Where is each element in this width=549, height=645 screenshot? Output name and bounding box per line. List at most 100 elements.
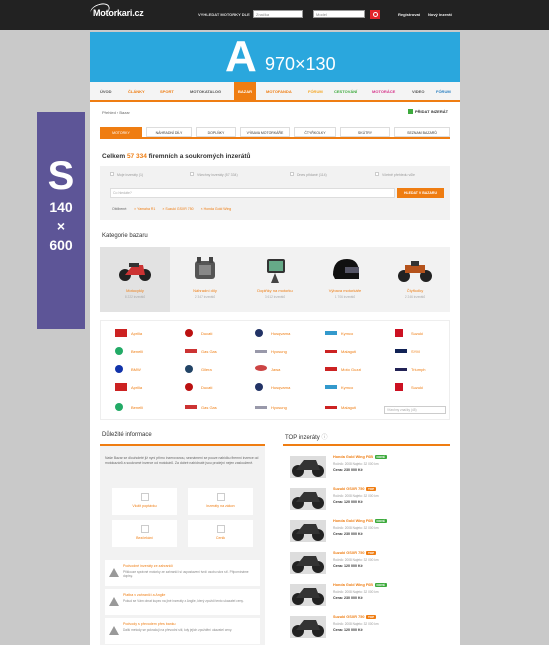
list-item[interactable]: Honda Gold Wing F6B NOVÉ Ročník: 2008 Naje…	[283, 516, 450, 544]
category-ctyrkolky[interactable]: Čtyřkolky 2 246 inzerátů	[380, 247, 450, 312]
tab-seznam-bazaru[interactable]: SEZNAM BAZARŮ	[394, 127, 450, 137]
category-doplnky[interactable]: Doplňky na motorku 3 612 inzerátů	[240, 247, 310, 312]
brand-benelli[interactable]: Benelli	[115, 347, 143, 355]
warning-item[interactable]: Podvodné inzeráty ze zahraničí Přiklouze …	[105, 560, 260, 586]
nav-item-cestovani[interactable]: CESTOVÁNÍ	[334, 89, 357, 94]
listing-thumbnail	[290, 584, 326, 606]
helmet-icon	[327, 257, 363, 283]
brand-aprilia[interactable]: Aprilia	[115, 329, 142, 337]
brand-gasgas[interactable]: Gas Gas	[185, 349, 217, 354]
brand-ducati[interactable]: Ducati	[185, 329, 212, 337]
list-icon	[216, 525, 225, 533]
nav-item-forum[interactable]: FÓRUM	[436, 89, 451, 94]
brand-suzuki[interactable]: Suzuki	[395, 329, 423, 337]
brand-triumph[interactable]: Triumph	[395, 367, 426, 372]
tab-motorky[interactable]: MOTORKY	[100, 127, 142, 137]
nav-item-clanky[interactable]: ČLÁNKY	[128, 89, 145, 94]
brand-gasgas-2[interactable]: Gas Gas	[185, 405, 217, 410]
nav-item-video[interactable]: VIDEO	[412, 89, 424, 94]
nav-item-uvod[interactable]: ÚVOD	[100, 89, 112, 94]
list-item[interactable]: Honda Gold Wing F6B NOVÉ Ročník: 2008 Naje…	[283, 452, 450, 480]
brand-suzuki-2[interactable]: Suzuki	[395, 383, 423, 391]
brand-malaguti-2[interactable]: Malaguti	[325, 405, 356, 410]
nav-item-bazar[interactable]: BAZAR	[234, 82, 256, 102]
tile-cenik[interactable]: Cenik	[188, 520, 253, 547]
filter-today[interactable]: Dnes přidané (114)	[290, 172, 327, 177]
add-listing-button[interactable]: PŘIDAT INZERÁT	[408, 109, 448, 114]
nav-item-forum-alt[interactable]: FÓRUM	[308, 89, 323, 94]
info-panel: Naše Bazar se dlouholeté již nyní přímo …	[100, 444, 265, 645]
info-circle-icon: ⓘ	[321, 435, 328, 441]
saved-search-2[interactable]: × Suzuki GSXR 750	[162, 207, 193, 211]
brand-aprilia-2[interactable]: Aprilia	[115, 383, 142, 391]
nav-item-motokatalog[interactable]: MOTOKATALOG	[190, 89, 221, 94]
tile-inzeraty-zakon[interactable]: Inzeráty na zákon	[188, 488, 253, 515]
top-listings: Honda Gold Wing F6B NOVÉ Ročník: 2008 Naje…	[283, 444, 450, 645]
brand-sym[interactable]: SYM	[395, 349, 420, 354]
tab-skutry[interactable]: SKÚTRY	[340, 127, 390, 137]
brand-kymco-2[interactable]: Kymco	[325, 385, 353, 390]
saved-search-3[interactable]: × Honda Gold Wing	[201, 207, 232, 211]
list-item[interactable]: Suzuki GSXR 750 TOP Ročník: 2008 Najeto: 3…	[283, 484, 450, 512]
banner-s-letter: S	[47, 154, 75, 198]
filter-all-listings[interactable]: Všechny inzeráty (57 334)	[190, 172, 238, 177]
listing-thumbnail	[290, 520, 326, 542]
page-content: ÚVOD ČLÁNKY SPORT MOTOKATALOG BAZAR MOTO…	[90, 82, 460, 645]
banner-a-placeholder[interactable]: A 970×130	[90, 32, 460, 82]
category-nahradni-dily[interactable]: Náhradní díly 2 347 inzerátů	[170, 247, 240, 312]
site-logo[interactable]: Motorkari.cz	[88, 0, 144, 20]
register-link[interactable]: Registrovat	[398, 12, 420, 17]
list-item[interactable]: Suzuki GSXR 750 TOP Ročník: 2008 Najeto: 3…	[283, 548, 450, 576]
list-item[interactable]: Suzuki GSXR 750 TOP Ročník: 2008 Najeto: 3…	[283, 612, 450, 640]
brand-moto-guzzi[interactable]: Moto Guzzi	[325, 367, 361, 372]
warning-item[interactable]: Podvody s převodem přes banku Další metod…	[105, 618, 260, 644]
brand-husqvarna-2[interactable]: Husqvarna	[255, 383, 290, 391]
tab-ctyrkolky[interactable]: ČTYŘKOLKY	[294, 127, 336, 137]
list-item[interactable]: Honda Gold Wing F6B NOVÉ Ročník: 2008 Naje…	[283, 580, 450, 608]
search-label: VYHLEDAT MOTORKY DLE	[198, 12, 250, 17]
brand-hyosung[interactable]: Hyosung	[255, 349, 287, 354]
breadcrumb[interactable]: Přehled › Bazar	[102, 110, 130, 115]
search-button[interactable]	[370, 10, 380, 19]
tab-nahradni-dily[interactable]: NÁHRADNÍ DÍLY	[146, 127, 192, 137]
brand-malaguti[interactable]: Malaguti	[325, 349, 356, 354]
filter-with-overview[interactable]: Včetně přehledu vůle	[375, 172, 415, 177]
saved-searches: Oblíbené: × Yamaha R1 × Suzuki GSXR 750 …	[112, 207, 232, 211]
brand-gilera[interactable]: Gilera	[185, 365, 212, 373]
warning-item[interactable]: Platba v zahraničí a Anglie Pokud se Vám …	[105, 589, 260, 615]
new-listing-link[interactable]: Nový inzerát	[428, 12, 452, 17]
brand-search-input[interactable]: Značka	[253, 10, 303, 18]
model-search-input[interactable]: Model	[313, 10, 365, 18]
banner-s-placeholder[interactable]: S 140 × 600	[37, 112, 85, 329]
brand-bmw[interactable]: BMW	[115, 365, 141, 373]
brand-kymco[interactable]: Kymco	[325, 331, 353, 336]
tab-doplnky[interactable]: DOPLŇKY	[196, 127, 236, 137]
listing-count: Celkem 57 334 firemních a soukromých inz…	[102, 153, 251, 160]
brand-ducati-2[interactable]: Ducati	[185, 383, 212, 391]
saved-search-1[interactable]: × Yamaha R1	[134, 207, 155, 211]
tab-vybava[interactable]: VÝBAVA MOTORKÁŘE	[240, 127, 290, 137]
nav-item-motorace[interactable]: MOTORÁCE	[372, 89, 395, 94]
brand-hyosung-2[interactable]: Hyosung	[255, 405, 287, 410]
category-vybava[interactable]: Výbava motorkáře 1 706 inzerátů	[310, 247, 380, 312]
brand-jawa[interactable]: Jawa	[255, 365, 280, 372]
listing-thumbnail	[290, 456, 326, 478]
brand-husqvarna[interactable]: Husqvarna	[255, 329, 290, 337]
tile-bezcekani[interactable]: Bezčekání	[112, 520, 177, 547]
category-motocykly[interactable]: Motocykly 8 222 inzerátů	[100, 247, 170, 312]
warning-icon	[109, 626, 119, 635]
bazar-search-button[interactable]: HLEDAT V BAZARU	[397, 188, 444, 198]
nav-item-motofanda[interactable]: MOTOFANDA	[266, 89, 292, 94]
nav-item-sport[interactable]: SPORT	[160, 89, 174, 94]
filter-my-listings[interactable]: Moje inzeráty (1)	[110, 172, 143, 177]
brand-benelli-2[interactable]: Benelli	[115, 403, 143, 411]
document-icon	[140, 525, 149, 533]
warning-icon	[109, 568, 119, 577]
brand-select[interactable]: Všechny značky (45)	[384, 406, 446, 414]
brand-list: Aprilia Ducati Husqvarna Kymco Suzuki Be…	[100, 320, 450, 420]
plus-icon	[408, 109, 413, 114]
tile-vlozit-poptavku[interactable]: Vložit poptávku	[112, 488, 177, 515]
banner-a-letter: A	[225, 32, 257, 81]
bazar-search-input[interactable]: Co hledáte?	[110, 188, 395, 198]
listing-thumbnail	[290, 616, 326, 638]
